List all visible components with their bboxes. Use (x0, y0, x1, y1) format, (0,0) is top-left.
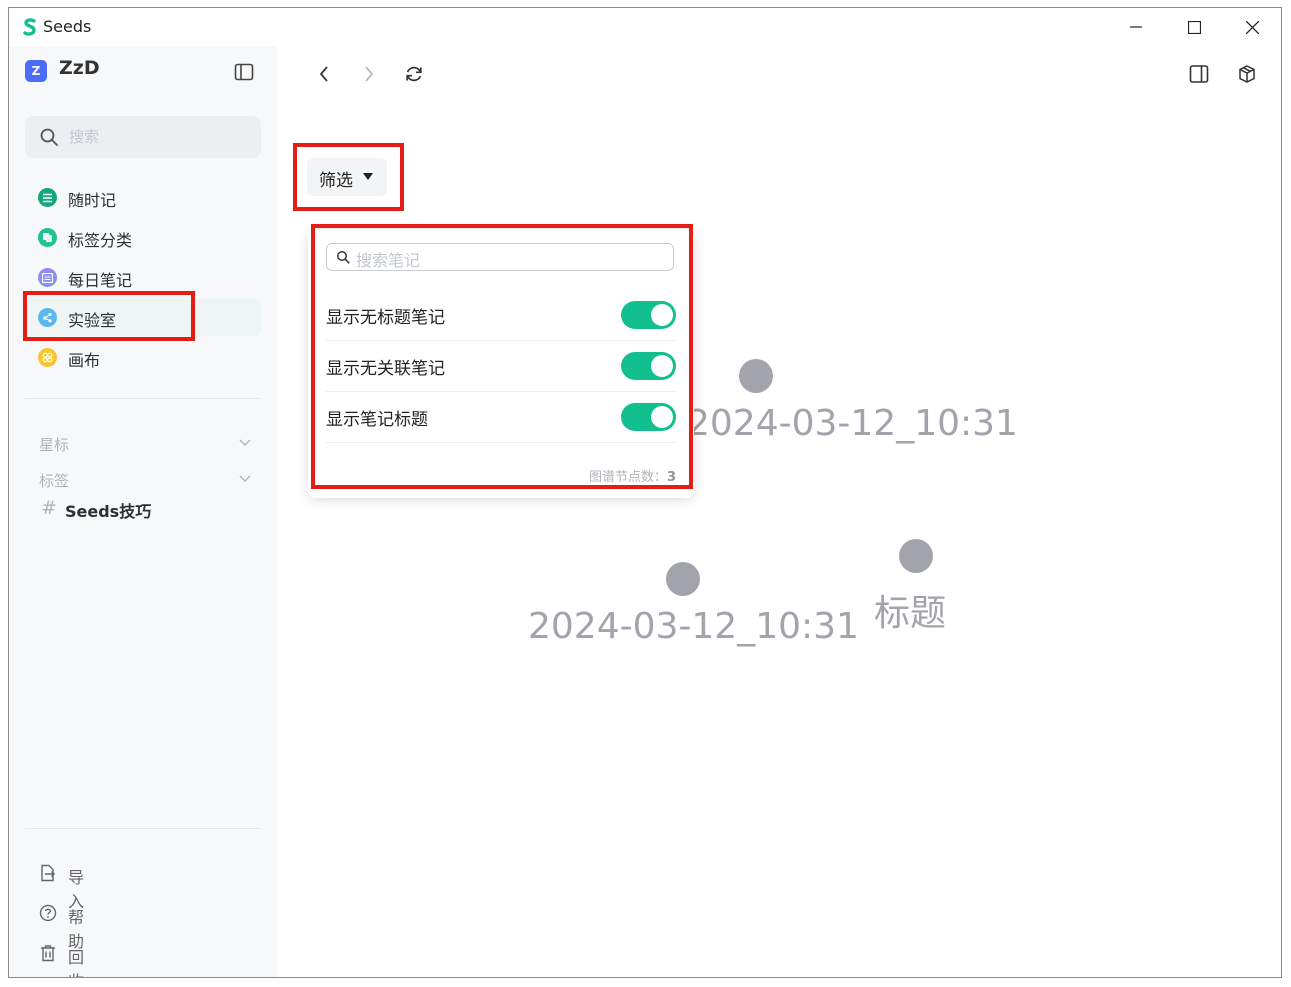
search-placeholder: 搜索 (69, 128, 100, 146)
refresh-button[interactable] (401, 61, 427, 87)
app-window: Seeds Z ZzD 搜索 随时记 标签分类 每日笔记 实验室 画布 星标 标… (8, 7, 1282, 978)
sidebar-item-tags[interactable]: 标签分类 (25, 218, 261, 256)
main-area: 筛选 2024-03-12_10:31 2024-03-12_10:31 标题 … (277, 46, 1281, 977)
canvas-icon (38, 348, 57, 367)
minimize-icon (1130, 26, 1142, 28)
sidebar-item-label: 随时记 (68, 191, 117, 210)
help-icon (39, 904, 57, 922)
app-title: Seeds (43, 17, 92, 36)
close-icon (1245, 20, 1259, 34)
search-icon (40, 128, 58, 146)
back-button[interactable] (311, 61, 337, 87)
highlight-box-filter (293, 143, 404, 211)
chevron-down-icon[interactable] (239, 439, 251, 447)
trash-label: 回收站 (68, 948, 85, 977)
close-button[interactable] (1223, 8, 1281, 46)
sidebar-item-canvas[interactable]: 画布 (25, 338, 261, 376)
panel-right-icon (1189, 65, 1209, 83)
maximize-icon (1187, 20, 1201, 34)
daily-icon (38, 268, 57, 287)
chevron-down-icon[interactable] (239, 475, 251, 483)
graph-node[interactable] (899, 539, 933, 573)
chevron-right-icon (365, 66, 374, 82)
import-icon (41, 864, 55, 882)
sidebar-divider (25, 398, 261, 399)
graph-node[interactable] (666, 562, 700, 596)
chevron-left-icon (319, 66, 328, 82)
sidebar-item-label: 每日笔记 (68, 271, 133, 290)
sidebar: Z ZzD 搜索 随时记 标签分类 每日笔记 实验室 画布 星标 标签 # Se… (9, 46, 277, 977)
tag-item-seeds-tips[interactable]: Seeds技巧 (65, 498, 151, 522)
sidebar-item-label: 标签分类 (68, 231, 133, 250)
refresh-icon (406, 66, 422, 82)
graph-node-label: 标题 (874, 593, 947, 634)
sidebar-item-notes[interactable]: 随时记 (25, 178, 261, 216)
graph-node[interactable] (739, 359, 773, 393)
sidebar-divider (25, 828, 261, 829)
section-starred[interactable]: 星标 (39, 434, 69, 455)
workspace-name[interactable]: ZzD (59, 57, 100, 79)
minimize-button[interactable] (1107, 8, 1165, 46)
highlight-box-lab (23, 291, 195, 341)
sidebar-toggle-icon[interactable] (233, 61, 255, 83)
sidebar-item-label: 画布 (68, 351, 101, 370)
hash-icon: # (41, 497, 57, 519)
right-panel-toggle[interactable] (1186, 61, 1212, 87)
graph-node-label: 2024-03-12_10:31 (687, 403, 1018, 444)
cube-icon (1239, 65, 1255, 83)
box-button[interactable] (1234, 61, 1260, 87)
sidebar-search[interactable]: 搜索 (25, 116, 261, 158)
graph-node-label: 2024-03-12_10:31 (528, 606, 859, 647)
tags-icon (38, 228, 57, 247)
workspace-avatar[interactable]: Z (25, 60, 47, 82)
maximize-button[interactable] (1165, 8, 1223, 46)
forward-button[interactable] (356, 61, 382, 87)
title-bar: Seeds (9, 8, 1281, 46)
highlight-box-panel (311, 224, 693, 489)
section-tags[interactable]: 标签 (39, 470, 69, 491)
seeds-logo-icon (23, 18, 36, 36)
notes-icon (38, 188, 57, 207)
trash-icon (41, 945, 55, 962)
